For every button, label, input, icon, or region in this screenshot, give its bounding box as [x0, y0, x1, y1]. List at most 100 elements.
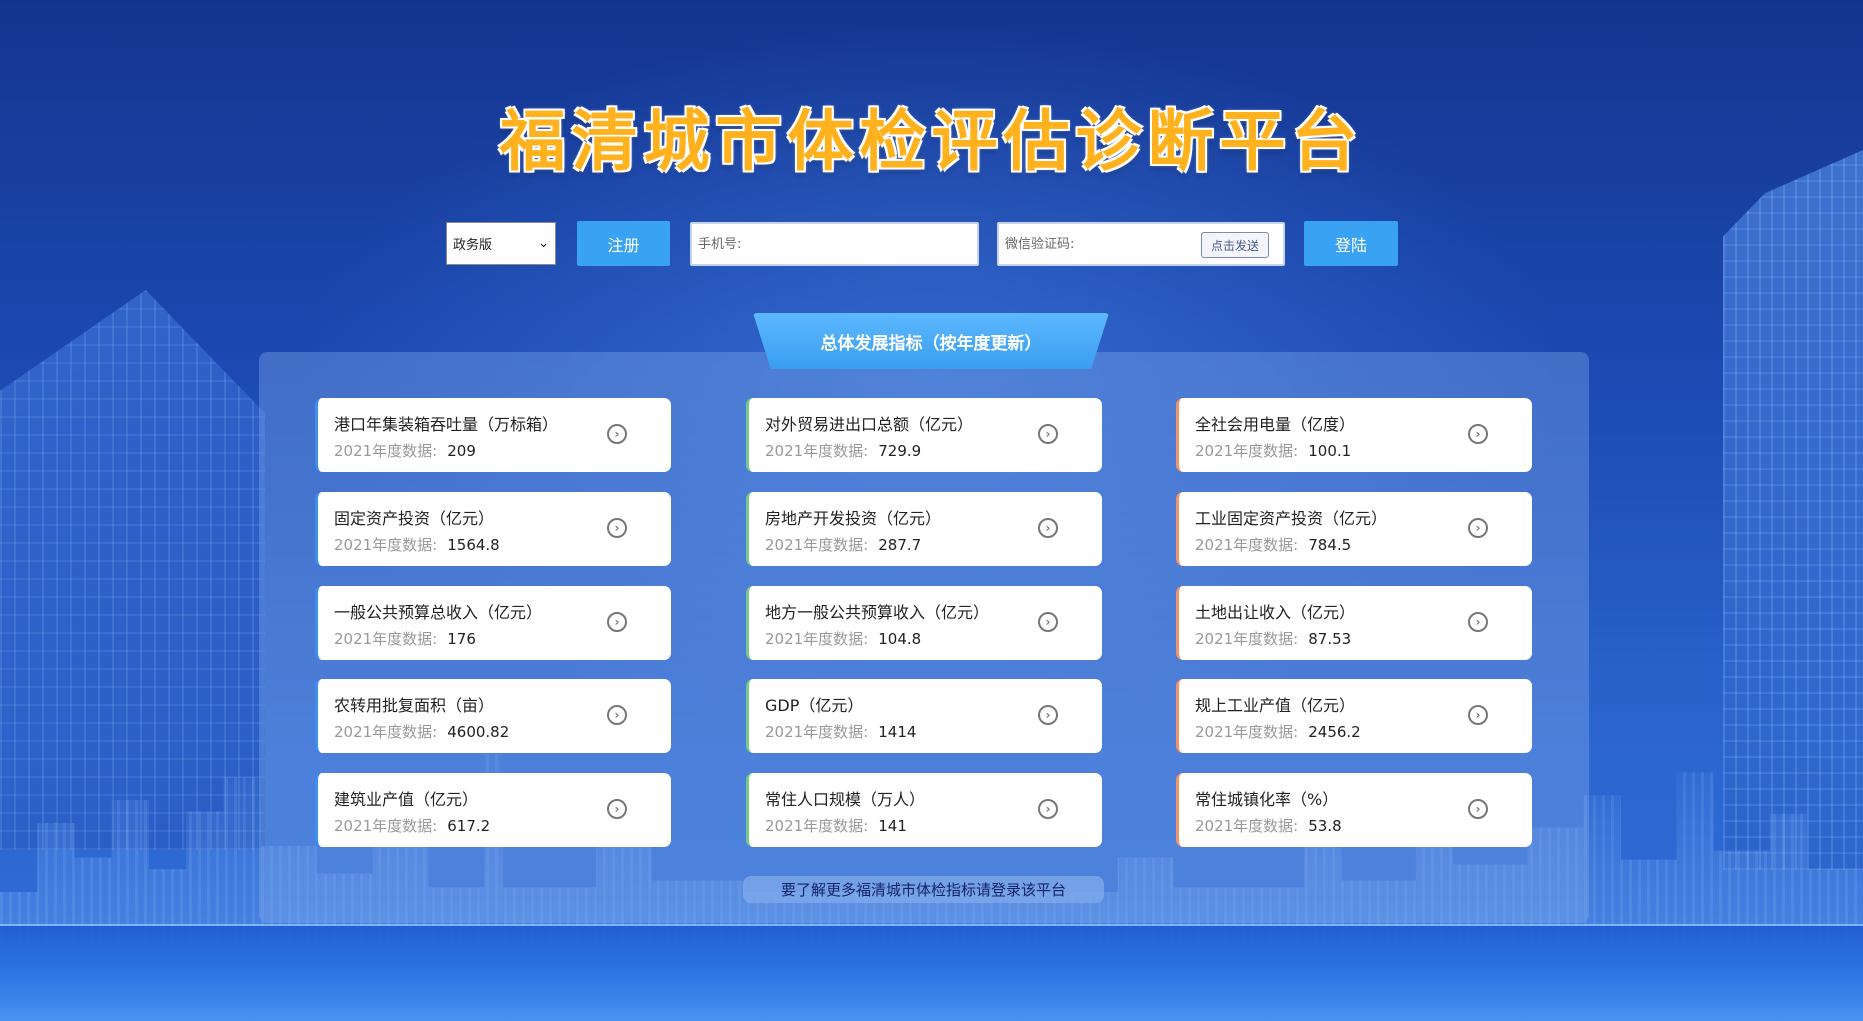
indicator-value: 784.5	[1308, 536, 1352, 554]
indicator-value: 209	[447, 442, 476, 460]
indicator-card[interactable]: 房地产开发投资（亿元） 2021年度数据: 287.7 ›	[746, 492, 1102, 566]
indicator-meta: 2021年度数据: 784.5	[1195, 534, 1351, 555]
indicator-meta: 2021年度数据: 4600.82	[334, 721, 509, 742]
indicator-card[interactable]: 地方一般公共预算收入（亿元） 2021年度数据: 104.8 ›	[746, 586, 1102, 660]
indicator-card[interactable]: 建筑业产值（亿元） 2021年度数据: 617.2 ›	[315, 773, 671, 847]
indicator-value: 1564.8	[447, 536, 500, 554]
phone-input[interactable]	[696, 235, 890, 253]
indicator-label: 土地出让收入（亿元）	[1195, 603, 1356, 622]
indicator-meta: 2021年度数据: 1414	[765, 721, 916, 742]
chevron-right-circle-icon[interactable]: ›	[1038, 799, 1058, 819]
indicator-year-label: 2021年度数据:	[1195, 630, 1299, 648]
indicator-year-label: 2021年度数据:	[1195, 817, 1299, 835]
indicator-card[interactable]: GDP（亿元） 2021年度数据: 1414 ›	[746, 679, 1102, 753]
indicator-year-label: 2021年度数据:	[1195, 442, 1299, 460]
indicator-value: 100.1	[1308, 442, 1352, 460]
page: 福清城市体检评估诊断平台 政务版 ⌄ 注册 点击发送 登陆 总体发展指标（按年度…	[0, 0, 1863, 1021]
indicator-card[interactable]: 常住城镇化率（%） 2021年度数据: 53.8 ›	[1176, 773, 1532, 847]
indicator-card[interactable]: 一般公共预算总收入（亿元） 2021年度数据: 176 ›	[315, 586, 671, 660]
indicator-value: 104.8	[878, 630, 922, 648]
panel-title: 总体发展指标（按年度更新）	[753, 313, 1109, 369]
background-building-right	[1723, 150, 1863, 870]
indicator-label: 地方一般公共预算收入（亿元）	[765, 603, 990, 622]
chevron-right-circle-icon[interactable]: ›	[1468, 424, 1488, 444]
indicator-meta: 2021年度数据: 176	[334, 628, 476, 649]
chevron-right-circle-icon[interactable]: ›	[1468, 518, 1488, 538]
chevron-right-circle-icon[interactable]: ›	[607, 424, 627, 444]
indicator-value: 87.53	[1308, 630, 1352, 648]
indicator-label: 对外贸易进出口总额（亿元）	[765, 415, 974, 434]
indicator-meta: 2021年度数据: 729.9	[765, 440, 921, 461]
wechat-code-field[interactable]: 点击发送	[997, 222, 1285, 266]
indicator-meta: 2021年度数据: 287.7	[765, 534, 921, 555]
indicator-card[interactable]: 对外贸易进出口总额（亿元） 2021年度数据: 729.9 ›	[746, 398, 1102, 472]
indicator-label: 房地产开发投资（亿元）	[765, 509, 942, 528]
indicator-year-label: 2021年度数据:	[765, 536, 869, 554]
indicator-meta: 2021年度数据: 53.8	[1195, 815, 1342, 836]
login-button[interactable]: 登陆	[1304, 221, 1398, 266]
chevron-right-circle-icon[interactable]: ›	[1468, 612, 1488, 632]
indicator-value: 1414	[878, 723, 917, 741]
background-building-left	[0, 290, 265, 850]
edition-select[interactable]: 政务版 ⌄	[446, 222, 556, 265]
indicator-value: 176	[447, 630, 476, 648]
indicator-meta: 2021年度数据: 209	[334, 440, 476, 461]
indicator-value: 617.2	[447, 817, 491, 835]
indicator-card[interactable]: 规上工业产值（亿元） 2021年度数据: 2456.2 ›	[1176, 679, 1532, 753]
indicator-year-label: 2021年度数据:	[334, 630, 438, 648]
indicator-year-label: 2021年度数据:	[334, 817, 438, 835]
indicator-card[interactable]: 工业固定资产投资（亿元） 2021年度数据: 784.5 ›	[1176, 492, 1532, 566]
indicator-meta: 2021年度数据: 617.2	[334, 815, 490, 836]
indicator-label: 农转用批复面积（亩）	[334, 696, 495, 715]
chevron-down-icon: ⌄	[538, 236, 549, 251]
indicator-label: 常住人口规模（万人）	[765, 790, 926, 809]
wechat-code-input[interactable]	[1003, 235, 1197, 253]
indicator-card[interactable]: 农转用批复面积（亩） 2021年度数据: 4600.82 ›	[315, 679, 671, 753]
phone-field[interactable]	[690, 222, 979, 266]
chevron-right-circle-icon[interactable]: ›	[607, 612, 627, 632]
chevron-right-circle-icon[interactable]: ›	[1038, 612, 1058, 632]
page-title: 福清城市体检评估诊断平台	[499, 103, 1364, 180]
chevron-right-circle-icon[interactable]: ›	[1468, 799, 1488, 819]
indicator-card[interactable]: 土地出让收入（亿元） 2021年度数据: 87.53 ›	[1176, 586, 1532, 660]
chevron-right-circle-icon[interactable]: ›	[607, 705, 627, 725]
indicator-card[interactable]: 港口年集装箱吞吐量（万标箱） 2021年度数据: 209 ›	[315, 398, 671, 472]
chevron-right-circle-icon[interactable]: ›	[1038, 705, 1058, 725]
indicator-label: 常住城镇化率（%）	[1195, 790, 1339, 809]
indicator-value: 53.8	[1308, 817, 1342, 835]
indicator-value: 287.7	[878, 536, 922, 554]
register-button[interactable]: 注册	[577, 221, 670, 266]
indicator-meta: 2021年度数据: 100.1	[1195, 440, 1351, 461]
chevron-right-circle-icon[interactable]: ›	[1468, 705, 1488, 725]
indicator-year-label: 2021年度数据:	[1195, 723, 1299, 741]
indicator-value: 141	[878, 817, 907, 835]
indicator-value: 729.9	[878, 442, 922, 460]
indicator-label: GDP（亿元）	[765, 696, 864, 715]
indicator-meta: 2021年度数据: 2456.2	[1195, 721, 1361, 742]
indicator-year-label: 2021年度数据:	[765, 723, 869, 741]
background-ground	[0, 926, 1863, 1021]
indicator-label: 建筑业产值（亿元）	[334, 790, 479, 809]
indicator-value: 4600.82	[447, 723, 510, 741]
chevron-right-circle-icon[interactable]: ›	[607, 518, 627, 538]
indicator-label: 一般公共预算总收入（亿元）	[334, 603, 543, 622]
chevron-right-circle-icon[interactable]: ›	[607, 799, 627, 819]
indicator-year-label: 2021年度数据:	[1195, 536, 1299, 554]
indicator-card[interactable]: 常住人口规模（万人） 2021年度数据: 141 ›	[746, 773, 1102, 847]
indicator-meta: 2021年度数据: 87.53	[1195, 628, 1351, 649]
indicator-card[interactable]: 固定资产投资（亿元） 2021年度数据: 1564.8 ›	[315, 492, 671, 566]
indicator-year-label: 2021年度数据:	[334, 723, 438, 741]
indicator-label: 港口年集装箱吞吐量（万标箱）	[334, 415, 559, 434]
login-hint: 要了解更多福清城市体检指标请登录该平台	[743, 876, 1104, 903]
indicator-year-label: 2021年度数据:	[765, 630, 869, 648]
chevron-right-circle-icon[interactable]: ›	[1038, 424, 1058, 444]
indicator-year-label: 2021年度数据:	[765, 817, 869, 835]
chevron-right-circle-icon[interactable]: ›	[1038, 518, 1058, 538]
indicator-label: 工业固定资产投资（亿元）	[1195, 509, 1388, 528]
edition-select-value: 政务版	[453, 238, 493, 253]
indicator-label: 规上工业产值（亿元）	[1195, 696, 1356, 715]
indicator-year-label: 2021年度数据:	[334, 442, 438, 460]
indicator-card[interactable]: 全社会用电量（亿度） 2021年度数据: 100.1 ›	[1176, 398, 1532, 472]
send-code-button[interactable]: 点击发送	[1201, 232, 1269, 258]
indicator-year-label: 2021年度数据:	[334, 536, 438, 554]
